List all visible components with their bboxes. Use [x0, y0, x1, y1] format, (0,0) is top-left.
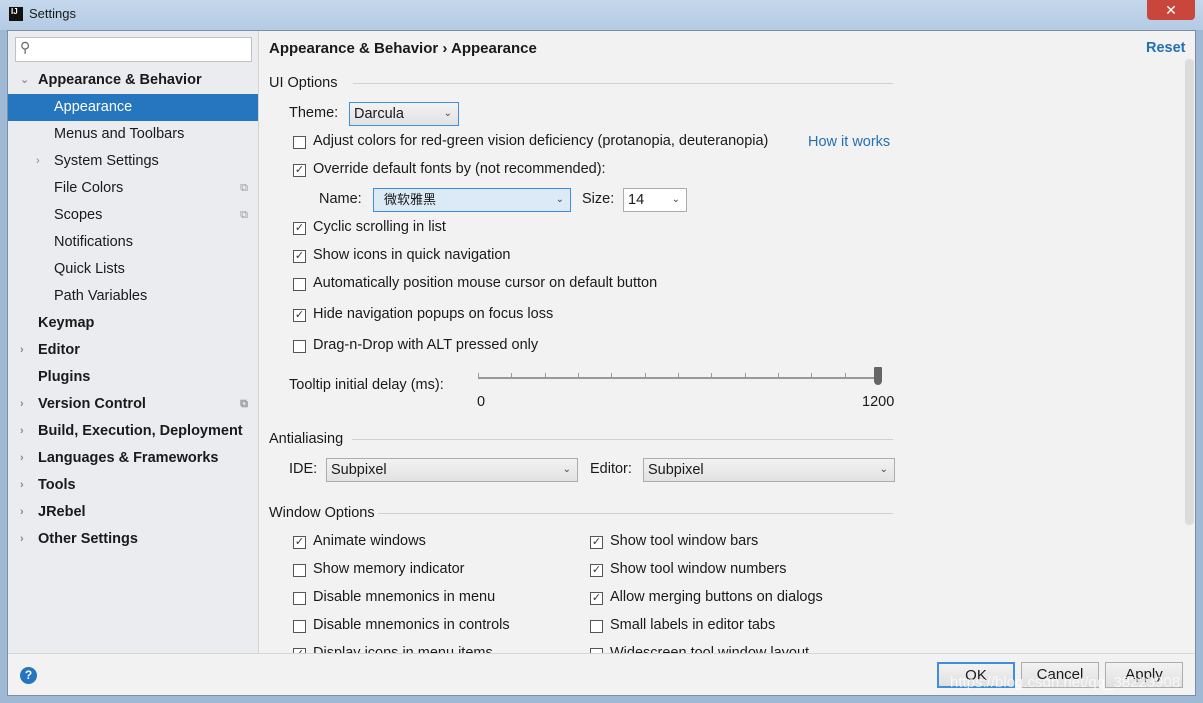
window-option-checkbox[interactable] [293, 564, 306, 577]
window-option-label: Widescreen tool window layout [610, 645, 810, 653]
footer-divider [8, 653, 1195, 654]
window-option-label: Animate windows [313, 533, 426, 549]
window-option-label: Disable mnemonics in menu [313, 589, 496, 605]
window-option-checkbox[interactable]: ✓ [590, 536, 603, 549]
help-button[interactable]: ? [20, 667, 37, 684]
close-button[interactable]: ✕ [1147, 0, 1195, 20]
window-title: Settings [29, 6, 76, 21]
title-bar: IJ Settings ✕ [0, 0, 1203, 30]
window-option-label: Disable mnemonics in controls [313, 617, 510, 633]
window-option-checkbox[interactable] [293, 592, 306, 605]
window-option-label: Display icons in menu items [313, 645, 493, 653]
window-options-list: ✓ Animate windows ✓ Show tool window bars Sh… [8, 31, 1188, 653]
window-option-checkbox[interactable] [293, 620, 306, 633]
window-option-checkbox[interactable] [590, 620, 603, 633]
watermark: https://blog.csdn.net/qq_38223908 [950, 674, 1181, 691]
intellij-logo-icon: IJ [9, 7, 23, 21]
window-option-label: Show tool window bars [610, 533, 759, 549]
window-option-checkbox[interactable]: ✓ [590, 592, 603, 605]
window-option-label: Show tool window numbers [610, 561, 787, 577]
settings-dialog: ⚲ ⌄ Appearance & Behavior Appearance Menus … [7, 30, 1196, 696]
scrollbar[interactable] [1185, 59, 1194, 525]
window-option-label: Small labels in editor tabs [610, 617, 776, 633]
window-option-label: Allow merging buttons on dialogs [610, 589, 823, 605]
window-option-label: Show memory indicator [313, 561, 465, 577]
window-option-checkbox[interactable]: ✓ [293, 536, 306, 549]
window-option-checkbox[interactable]: ✓ [590, 564, 603, 577]
